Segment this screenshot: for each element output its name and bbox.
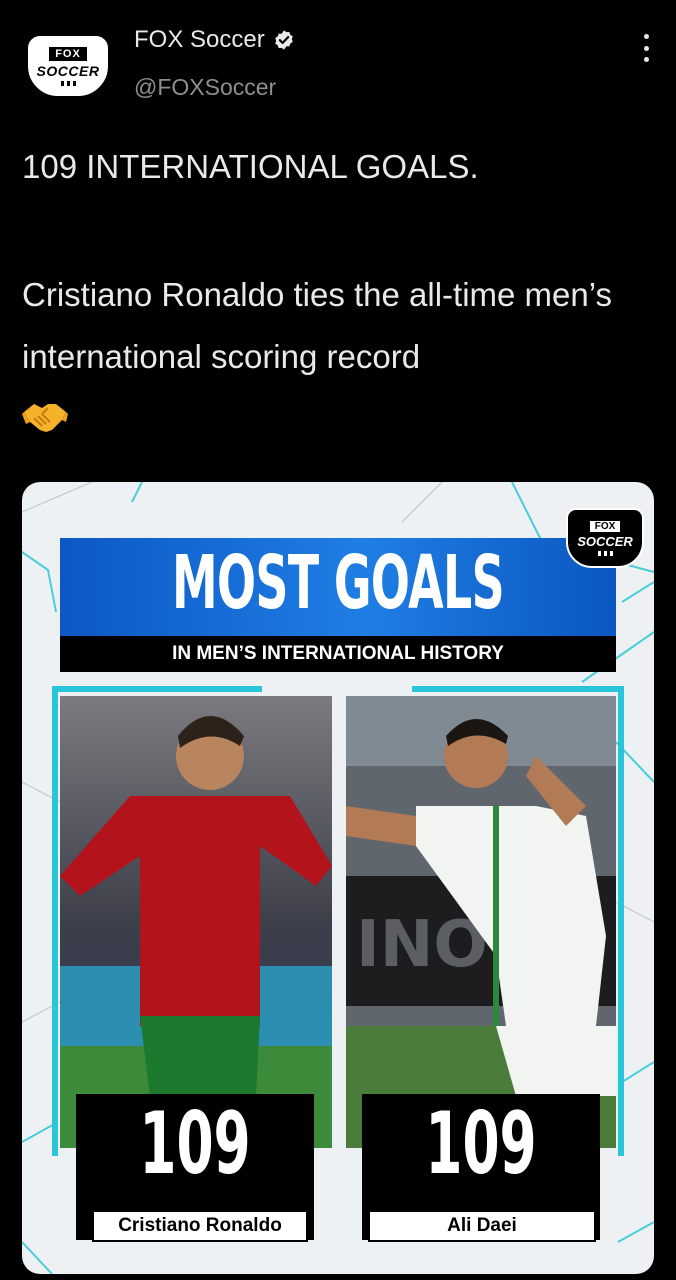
tweet-text-line-2: Cristiano Ronaldo ties the all-time men’…	[22, 276, 612, 375]
player-photo-daei: INOL	[346, 696, 616, 1148]
graphic-title: MOST GOALS	[172, 540, 505, 626]
graphic-title-band: MOST GOALS	[60, 538, 616, 636]
graphic-subtitle: IN MEN’S INTERNATIONAL HISTORY	[60, 636, 616, 672]
accent-bar	[618, 686, 624, 1156]
accent-bar	[52, 686, 58, 1156]
accent-bar	[52, 686, 262, 692]
player-name-ronaldo: Cristiano Ronaldo	[92, 1210, 308, 1242]
tweet-media-image[interactable]: MOST GOALS IN MEN’S INTERNATIONAL HISTOR…	[22, 482, 654, 1274]
account-name[interactable]: FOX Soccer	[134, 26, 265, 54]
accent-bar	[412, 686, 624, 692]
account-handle[interactable]: @FOXSoccer	[134, 74, 276, 101]
tweet-text-line-1: 109 INTERNATIONAL GOALS.	[22, 148, 479, 185]
fox-soccer-logo: FOX SOCCER	[28, 36, 108, 96]
account-name-row[interactable]: FOX Soccer	[134, 26, 295, 54]
account-avatar[interactable]: FOX SOCCER	[22, 28, 114, 104]
more-options-icon[interactable]	[636, 34, 656, 62]
player-name-daei: Ali Daei	[368, 1210, 596, 1242]
fox-soccer-graphic-logo: FOX SOCCER	[566, 508, 644, 568]
player-photo-ronaldo	[60, 696, 332, 1148]
handshake-emoji	[22, 404, 68, 432]
verified-badge-icon	[274, 30, 293, 50]
